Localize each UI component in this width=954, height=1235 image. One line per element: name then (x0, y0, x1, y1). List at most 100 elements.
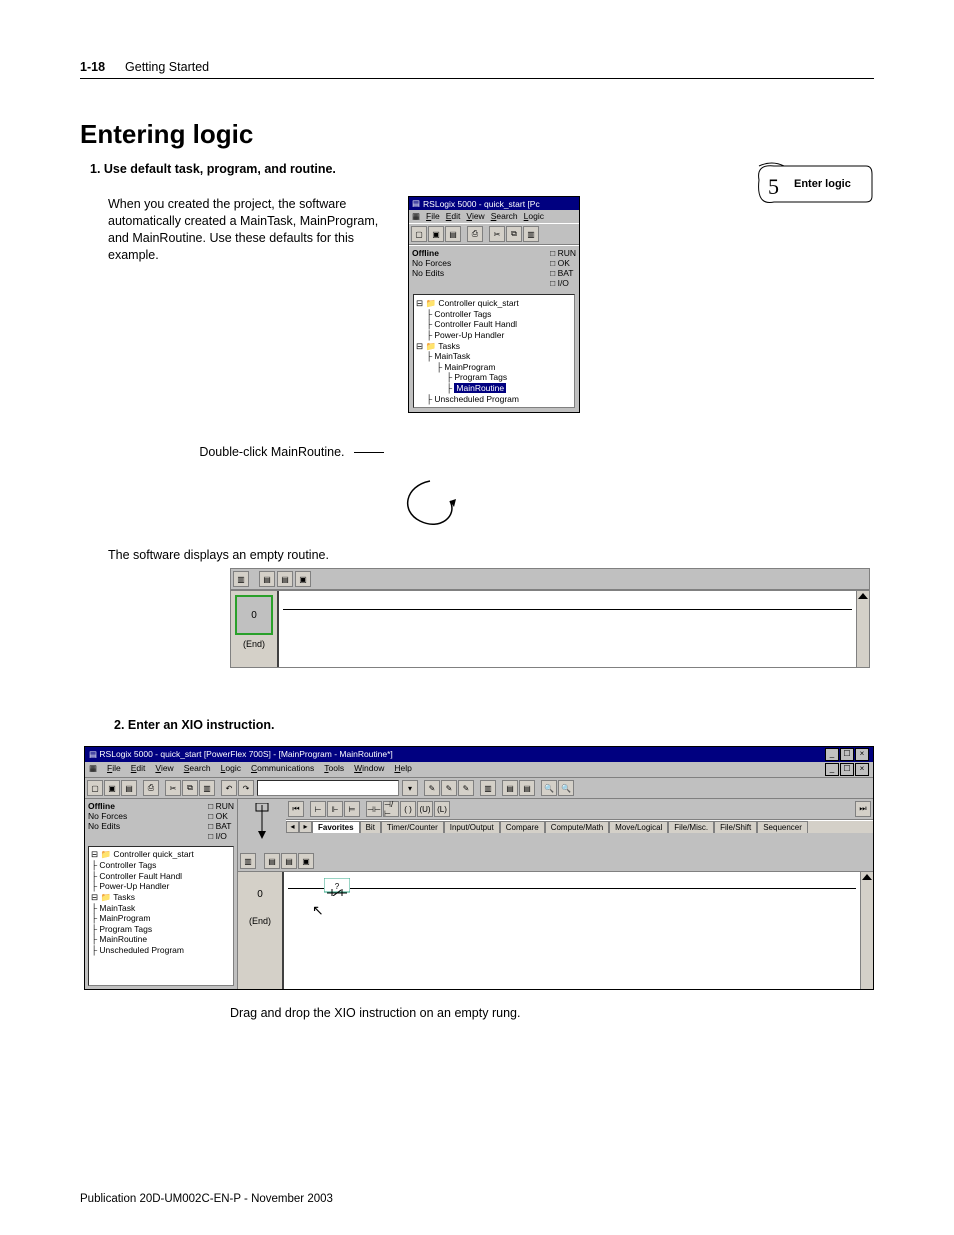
tree-item[interactable]: ├ Controller Fault Handl (91, 871, 231, 882)
save-icon[interactable]: ▤ (445, 226, 461, 242)
zoom-out-icon[interactable]: 🔍 (558, 780, 574, 796)
rung-tool-icon[interactable]: ▤ (259, 571, 275, 587)
tree-item[interactable]: ⊟ 📁 Tasks (416, 341, 572, 352)
mdi-maximize-icon[interactable]: ☐ (840, 763, 854, 776)
tree-item[interactable]: ⊟ 📁 Controller quick_start (91, 849, 231, 860)
tool-icon[interactable]: ▤ (264, 853, 280, 869)
instruction-tabs[interactable]: ◂ ▸ Favorites Bit Timer/Counter Input/Ou… (286, 820, 873, 833)
tree-item[interactable]: ├ Program Tags (416, 372, 572, 383)
tab-file-shift[interactable]: File/Shift (714, 821, 757, 833)
tree-item[interactable]: ├ MainProgram (416, 362, 572, 373)
menu-window[interactable]: Window (354, 763, 384, 776)
tab-move-logical[interactable]: Move/Logical (609, 821, 668, 833)
paste-icon[interactable]: ▥ (199, 780, 215, 796)
tab-favorites[interactable]: Favorites (312, 821, 360, 833)
address-combo[interactable] (257, 780, 399, 796)
tree-item[interactable]: ├ MainTask (91, 903, 231, 914)
redo-icon[interactable]: ↷ (238, 780, 254, 796)
minimize-icon[interactable]: _ (825, 748, 839, 761)
paste-icon[interactable]: ▥ (523, 226, 539, 242)
menu-view[interactable]: View (155, 763, 173, 776)
verify-icon[interactable]: ✎ (441, 780, 457, 796)
tree-item[interactable]: ├ MainRoutine (416, 383, 572, 394)
nav-first-icon[interactable]: ⏮ (288, 801, 304, 817)
otu-icon[interactable]: (U) (417, 801, 433, 817)
cut-icon[interactable]: ✂ (489, 226, 505, 242)
tree-item[interactable]: ├ Controller Tags (91, 860, 231, 871)
undo-icon[interactable]: ↶ (221, 780, 237, 796)
xio-instruction-ghost[interactable]: ? (324, 878, 350, 896)
print-icon[interactable]: ⎙ (143, 780, 159, 796)
xio-icon[interactable]: ⊣/⊢ (383, 801, 399, 817)
rung-tool-icon[interactable]: ▤ (277, 571, 293, 587)
rung-canvas[interactable] (279, 591, 856, 667)
branch-level-icon[interactable]: ⊨ (344, 801, 360, 817)
rung-number[interactable]: 0 (242, 876, 278, 912)
tab-timer-counter[interactable]: Timer/Counter (381, 821, 444, 833)
tree-item[interactable]: ├ MainRoutine (91, 934, 231, 945)
controller-tree[interactable]: ⊟ 📁 Controller quick_start├ Controller T… (88, 846, 234, 986)
copy-icon[interactable]: ⧉ (182, 780, 198, 796)
tree-item[interactable]: ├ Controller Fault Handl (416, 319, 572, 330)
menu-search[interactable]: Search (491, 211, 518, 222)
rung-tool-icon[interactable]: ▥ (233, 571, 249, 587)
tab-scroll-right-icon[interactable]: ▸ (299, 821, 312, 833)
tool-icon[interactable]: ▥ (480, 780, 496, 796)
nav-last-icon[interactable]: ⏭ (855, 801, 871, 817)
save-icon[interactable]: ▤ (121, 780, 137, 796)
cut-icon[interactable]: ✂ (165, 780, 181, 796)
verify-icon[interactable]: ✎ (458, 780, 474, 796)
copy-icon[interactable]: ⧉ (506, 226, 522, 242)
tree-item[interactable]: ├ Unscheduled Program (91, 945, 231, 956)
open-icon[interactable]: ▣ (104, 780, 120, 796)
rung-canvas[interactable]: ? ↖ (284, 872, 860, 989)
menu-communications[interactable]: Communications (251, 763, 314, 776)
open-icon[interactable]: ▣ (428, 226, 444, 242)
new-icon[interactable]: ▢ (87, 780, 103, 796)
menubar[interactable]: ▦ File Edit View Search Logic Communicat… (85, 762, 873, 778)
tree-item[interactable]: ├ Unscheduled Program (416, 394, 572, 405)
menu-edit[interactable]: Edit (131, 763, 146, 776)
zoom-in-icon[interactable]: 🔍 (541, 780, 557, 796)
tab-scroll-left-icon[interactable]: ◂ (286, 821, 299, 833)
mdi-close-icon[interactable]: × (855, 763, 869, 776)
menu-file[interactable]: File (426, 211, 440, 222)
tree-item[interactable]: ├ Controller Tags (416, 309, 572, 320)
menu-logic[interactable]: Logic (221, 763, 241, 776)
tool-icon[interactable]: ▤ (519, 780, 535, 796)
rung-number[interactable]: 0 (235, 595, 273, 635)
ote-icon[interactable]: ( ) (400, 801, 416, 817)
mdi-minimize-icon[interactable]: _ (825, 763, 839, 776)
rung-icon[interactable]: ⊢ (310, 801, 326, 817)
menu-view[interactable]: View (466, 211, 484, 222)
tab-file-misc[interactable]: File/Misc. (668, 821, 714, 833)
tree-item[interactable]: ├ MainProgram (91, 913, 231, 924)
xic-icon[interactable]: ⊣⊢ (366, 801, 382, 817)
menu-logic[interactable]: Logic (524, 211, 544, 222)
menu-search[interactable]: Search (184, 763, 211, 776)
tool-icon[interactable]: ▣ (298, 853, 314, 869)
print-icon[interactable]: ⎙ (467, 226, 483, 242)
menu-file[interactable]: File (107, 763, 121, 776)
tab-input-output[interactable]: Input/Output (444, 821, 500, 833)
maximize-icon[interactable]: ☐ (840, 748, 854, 761)
tool-icon[interactable]: ▥ (240, 853, 256, 869)
window-titlebar[interactable]: ▤ RSLogix 5000 - quick_start [Pc (409, 197, 579, 210)
tree-item[interactable]: ├ MainTask (416, 351, 572, 362)
tree-item[interactable]: ⊟ 📁 Tasks (91, 892, 231, 903)
menu-edit[interactable]: Edit (446, 211, 461, 222)
dropdown-icon[interactable]: ▾ (402, 780, 418, 796)
rung-tool-icon[interactable]: ▣ (295, 571, 311, 587)
branch-icon[interactable]: ⊩ (327, 801, 343, 817)
new-icon[interactable]: ▢ (411, 226, 427, 242)
menu-help[interactable]: Help (394, 763, 411, 776)
tab-compute-math[interactable]: Compute/Math (545, 821, 609, 833)
tool-icon[interactable]: ▤ (502, 780, 518, 796)
window-titlebar[interactable]: ▤ RSLogix 5000 - quick_start [PowerFlex … (85, 747, 873, 762)
tool-icon[interactable]: ▤ (281, 853, 297, 869)
otl-icon[interactable]: (L) (434, 801, 450, 817)
controller-tree[interactable]: ⊟ 📁 Controller quick_start├ Controller T… (413, 294, 575, 408)
scrollbar[interactable] (860, 872, 873, 989)
close-icon[interactable]: × (855, 748, 869, 761)
tree-item[interactable]: ⊟ 📁 Controller quick_start (416, 298, 572, 309)
